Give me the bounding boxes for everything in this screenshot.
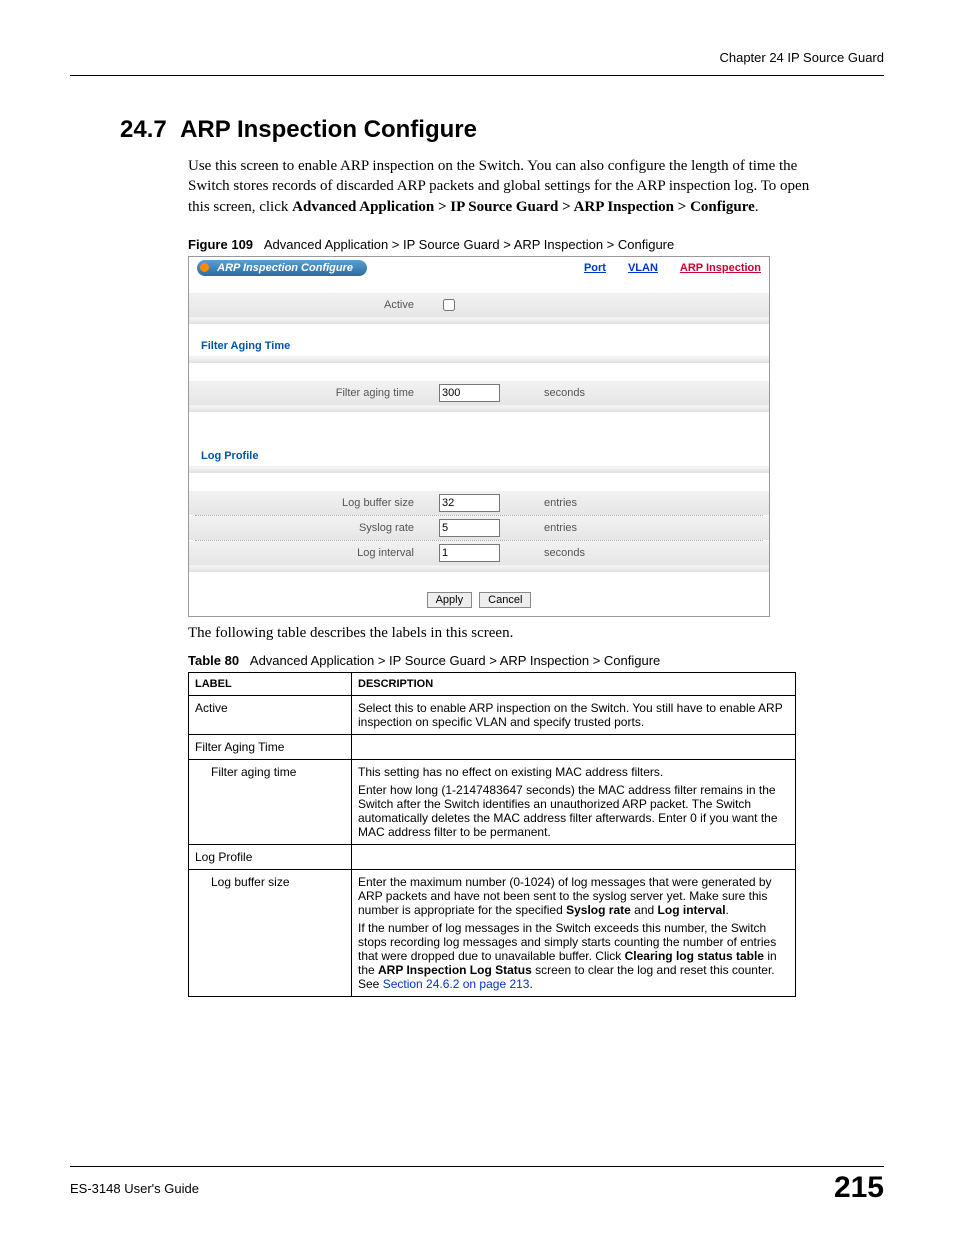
cell-label: Filter Aging Time xyxy=(189,735,352,760)
cell-desc: This setting has no effect on existing M… xyxy=(352,760,796,845)
cell-label: Filter aging time xyxy=(189,760,352,845)
panel-title: ARP Inspection Configure xyxy=(217,262,353,274)
table-row: Filter Aging Time xyxy=(189,735,796,760)
arp-inspection-link[interactable]: ARP Inspection xyxy=(680,262,761,274)
table-row: Log Profile xyxy=(189,845,796,870)
chapter-title: Chapter 24 IP Source Guard xyxy=(70,50,884,65)
cell-desc: Select this to enable ARP inspection on … xyxy=(352,696,796,735)
syslog-rate-input[interactable] xyxy=(439,519,500,537)
table-caption-text: Advanced Application > IP Source Guard >… xyxy=(250,653,660,668)
label-description-table: LABEL DESCRIPTION Active Select this to … xyxy=(188,672,796,997)
cell-label: Log Profile xyxy=(189,845,352,870)
log-buffer-size-input[interactable] xyxy=(439,494,500,512)
footer-page-number: 215 xyxy=(834,1171,884,1205)
cell-para: Enter the maximum number (0-1024) of log… xyxy=(358,875,789,917)
filter-aging-time-unit: seconds xyxy=(544,387,759,399)
section-number: 24.7 xyxy=(120,116,167,143)
table-caption: Table 80 Advanced Application > IP Sourc… xyxy=(188,653,884,668)
section-link[interactable]: Section 24.6.2 on page 213 xyxy=(383,977,530,991)
cell-label: Active xyxy=(189,696,352,735)
figure-caption-text: Advanced Application > IP Source Guard >… xyxy=(264,237,674,252)
figure-label: Figure 109 xyxy=(188,237,253,252)
section-title: ARP Inspection Configure xyxy=(180,116,477,143)
cell-para: This setting has no effect on existing M… xyxy=(358,765,789,779)
log-buffer-size-label: Log buffer size xyxy=(199,497,439,509)
figure-caption: Figure 109 Advanced Application > IP Sou… xyxy=(188,237,884,252)
footer-guide: ES-3148 User's Guide xyxy=(70,1181,199,1196)
cell-desc xyxy=(352,735,796,760)
cell-label: Log buffer size xyxy=(189,870,352,997)
cell-desc: Enter the maximum number (0-1024) of log… xyxy=(352,870,796,997)
table-label: Table 80 xyxy=(188,653,239,668)
cell-para: If the number of log messages in the Swi… xyxy=(358,921,789,991)
footer: ES-3148 User's Guide 215 xyxy=(70,1166,884,1205)
table-row: Active Select this to enable ARP inspect… xyxy=(189,696,796,735)
filter-aging-time-label: Filter aging time xyxy=(199,387,439,399)
filter-aging-section: Filter Aging Time xyxy=(189,332,769,356)
active-label: Active xyxy=(199,299,439,311)
log-interval-input[interactable] xyxy=(439,544,500,562)
syslog-rate-label: Syslog rate xyxy=(199,522,439,534)
table-row: Filter aging time This setting has no ef… xyxy=(189,760,796,845)
intro-text-end: . xyxy=(755,199,759,215)
log-interval-unit: seconds xyxy=(544,547,759,559)
header-rule xyxy=(70,75,884,76)
cancel-button[interactable]: Cancel xyxy=(479,592,531,608)
cell-desc xyxy=(352,845,796,870)
intro-paragraph: Use this screen to enable ARP inspection… xyxy=(188,156,814,217)
panel-title-pill: ARP Inspection Configure xyxy=(197,260,367,276)
log-buffer-size-unit: entries xyxy=(544,497,759,509)
log-interval-label: Log interval xyxy=(199,547,439,559)
active-checkbox[interactable] xyxy=(443,299,455,311)
intro-text-bold: Advanced Application > IP Source Guard >… xyxy=(292,199,755,215)
table-row: Log buffer size Enter the maximum number… xyxy=(189,870,796,997)
syslog-rate-unit: entries xyxy=(544,522,759,534)
filter-aging-time-input[interactable] xyxy=(439,384,500,402)
post-figure-text: The following table describes the labels… xyxy=(188,623,814,643)
cell-para: Enter how long (1-2147483647 seconds) th… xyxy=(358,783,789,839)
vlan-link[interactable]: VLAN xyxy=(628,262,658,274)
apply-button[interactable]: Apply xyxy=(427,592,473,608)
log-profile-section: Log Profile xyxy=(189,442,769,466)
th-label: LABEL xyxy=(189,673,352,696)
section-heading: 24.7 ARP Inspection Configure xyxy=(120,116,884,144)
th-description: DESCRIPTION xyxy=(352,673,796,696)
port-link[interactable]: Port xyxy=(584,262,606,274)
arp-configure-screenshot: ARP Inspection Configure Port VLAN ARP I… xyxy=(188,256,770,617)
